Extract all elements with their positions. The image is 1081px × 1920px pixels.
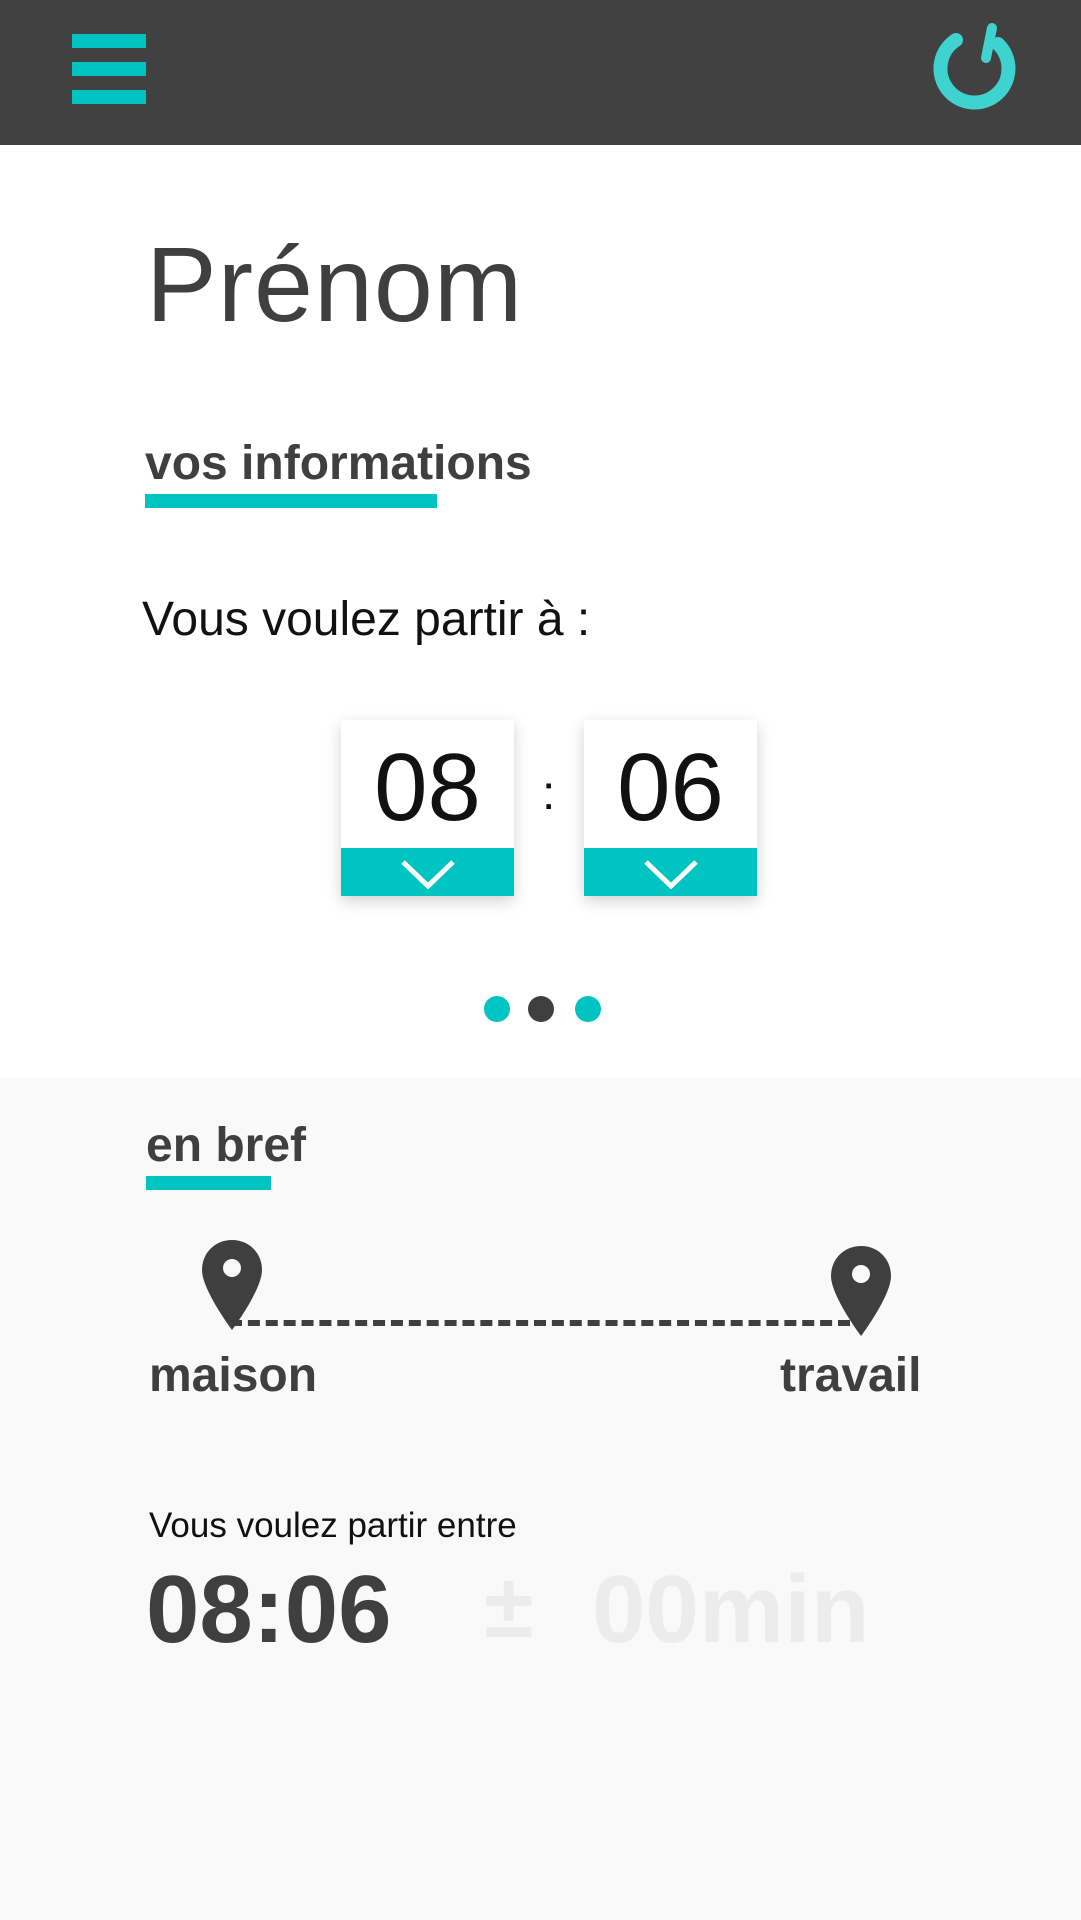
menu-bar-middle xyxy=(72,62,146,76)
origin-label: maison xyxy=(149,1349,318,1402)
destination-label: travail xyxy=(780,1349,922,1402)
menu-bar-bottom xyxy=(72,90,146,104)
power-icon[interactable] xyxy=(926,18,1020,112)
minute-value: 06 xyxy=(617,734,724,841)
section-heading-info: vos informations xyxy=(145,437,532,490)
section-heading-summary: en bref xyxy=(146,1119,307,1172)
departure-prompt: Vous voulez partir à : xyxy=(142,593,591,646)
section-underline-summary xyxy=(146,1176,271,1190)
chevron-down-icon xyxy=(401,860,455,890)
section-underline-info xyxy=(145,494,437,508)
pager-dot-2[interactable] xyxy=(528,996,554,1022)
range-time: 08:06 xyxy=(146,1556,392,1663)
pager-dot-1[interactable] xyxy=(484,996,510,1022)
range-duration: 00min xyxy=(592,1556,870,1663)
page-title: Prénom xyxy=(146,226,524,344)
map-pin-icon xyxy=(831,1246,891,1336)
hour-picker[interactable]: 08 xyxy=(341,720,514,896)
minute-dropdown-button[interactable] xyxy=(584,848,757,896)
plus-minus-sign: ± xyxy=(484,1557,534,1657)
pager-dot-3[interactable] xyxy=(575,996,601,1022)
range-intro: Vous voulez partir entre xyxy=(149,1506,517,1545)
hour-value: 08 xyxy=(374,734,481,841)
hour-dropdown-button[interactable] xyxy=(341,848,514,896)
route-line xyxy=(230,1320,850,1326)
app-header xyxy=(0,0,1081,145)
time-separator: : xyxy=(542,767,556,820)
menu-bar-top xyxy=(72,34,146,48)
hamburger-menu-icon[interactable] xyxy=(72,34,146,104)
summary-panel xyxy=(0,1078,1081,1920)
minute-picker[interactable]: 06 xyxy=(584,720,757,896)
map-pin-icon xyxy=(202,1240,262,1330)
chevron-down-icon xyxy=(644,860,698,890)
